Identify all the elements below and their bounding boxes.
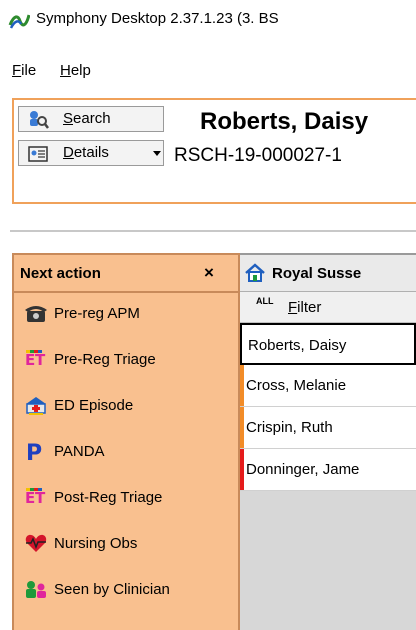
- all-filter-icon[interactable]: ALL: [256, 296, 274, 306]
- ambulance-icon: [26, 397, 46, 415]
- next-action-pre-reg-triage[interactable]: E T Pre-Reg Triage: [24, 345, 238, 373]
- patient-row[interactable]: Donninger, Jame: [240, 449, 416, 491]
- location-title: Royal Susse: [272, 265, 362, 282]
- telephone-icon: [25, 306, 47, 322]
- clinician-icon: [26, 581, 46, 598]
- close-icon[interactable]: ×: [204, 263, 214, 283]
- details-card-icon: [28, 146, 48, 162]
- svg-text:E: E: [25, 351, 35, 369]
- next-action-seen-by-clinician[interactable]: Seen by Clinician: [24, 575, 238, 603]
- search-button[interactable]: Search: [18, 106, 164, 132]
- patient-id: RSCH-19-000027-1: [174, 145, 342, 166]
- chevron-down-icon[interactable]: [153, 151, 161, 156]
- splitter[interactable]: [10, 230, 416, 232]
- patient-row-name: Crispin, Ruth: [246, 419, 333, 436]
- next-action-ed-episode[interactable]: ED Episode: [24, 391, 238, 419]
- patient-row-name: Donninger, Jame: [246, 461, 360, 478]
- svg-text:T: T: [35, 351, 46, 369]
- next-action-panda[interactable]: P PANDA: [24, 437, 238, 465]
- location-header: Royal Susse: [240, 255, 416, 292]
- filter-bar: ALL Filter: [240, 292, 416, 323]
- next-action-title: Next action: [20, 265, 101, 282]
- status-flag: [240, 407, 244, 448]
- title-bar: Symphony Desktop 2.37.1.23 (3. BS: [0, 0, 416, 40]
- patient-row-name: Roberts, Daisy: [248, 337, 347, 354]
- patient-name: Roberts, Daisy: [200, 108, 369, 135]
- patient-list-panel: Royal Susse ALL Filter Roberts, Daisy Cr…: [240, 253, 416, 630]
- next-action-post-reg-triage[interactable]: E T Post-Reg Triage: [24, 483, 238, 511]
- next-action-panel: Next action × Pre-reg APM E T Pre-Reg Tr…: [12, 253, 240, 630]
- next-action-pre-reg-apm[interactable]: Pre-reg APM: [24, 299, 238, 327]
- home-icon: [245, 263, 265, 282]
- heart-icon: [25, 534, 47, 552]
- next-action-header: Next action ×: [14, 255, 238, 293]
- next-action-nursing-obs[interactable]: Nursing Obs: [24, 529, 238, 557]
- et-triage-icon: E T: [25, 350, 46, 369]
- menu-help[interactable]: Help: [60, 62, 91, 79]
- menu-bar: File Help: [0, 56, 416, 82]
- svg-text:T: T: [35, 489, 46, 507]
- patient-banner: Search Details Roberts, Daisy RSCH-19-00…: [12, 98, 416, 204]
- et-triage-icon: E T: [25, 488, 46, 507]
- menu-file[interactable]: File: [12, 62, 36, 79]
- symphony-logo-icon: [8, 14, 30, 29]
- patient-row[interactable]: Crispin, Ruth: [240, 407, 416, 449]
- patient-row[interactable]: Roberts, Daisy: [240, 323, 416, 365]
- status-flag: [240, 449, 244, 490]
- search-people-icon: [30, 111, 49, 129]
- patient-row-name: Cross, Melanie: [246, 377, 347, 394]
- filter-button[interactable]: Filter: [288, 299, 321, 316]
- window-title: Symphony Desktop 2.37.1.23 (3. BS: [36, 10, 279, 27]
- svg-text:P: P: [26, 441, 42, 462]
- panda-p-icon: P: [26, 441, 42, 462]
- details-button[interactable]: Details: [18, 140, 164, 166]
- status-flag: [240, 365, 244, 406]
- patient-row[interactable]: Cross, Melanie: [240, 365, 416, 407]
- svg-text:E: E: [25, 489, 35, 507]
